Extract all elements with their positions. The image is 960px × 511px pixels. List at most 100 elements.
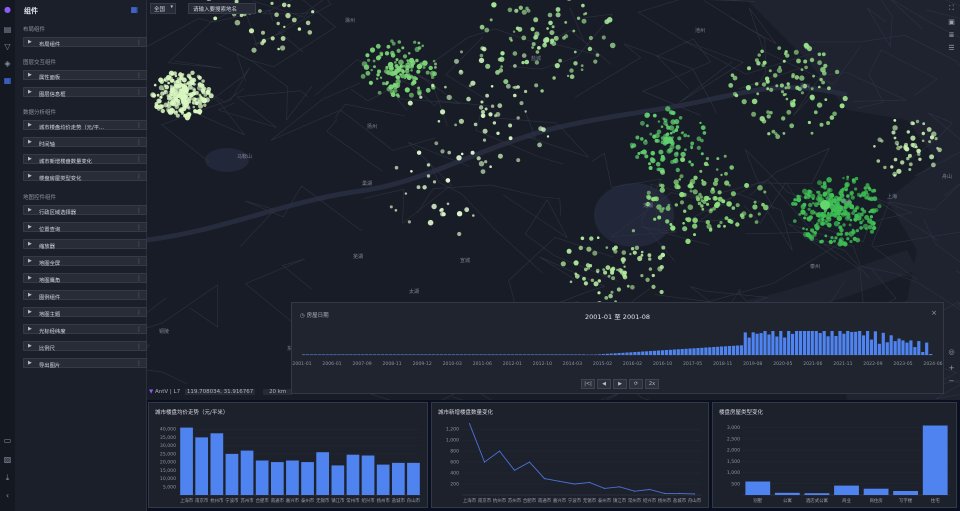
house-point — [833, 213, 838, 218]
house-point — [777, 46, 782, 50]
search-input[interactable]: 请输入要搜索地名 — [188, 3, 256, 14]
house-point — [915, 119, 920, 124]
component-item[interactable]: ▶ 楼盘房屋类型变化 ⋮ — [23, 171, 147, 182]
download-icon[interactable]: ⤓ — [3, 473, 12, 482]
zoom-in-icon[interactable]: + — [947, 364, 956, 373]
layers-icon[interactable]: ◈ — [3, 59, 12, 68]
monitor-icon[interactable]: ▭ — [3, 436, 12, 445]
layer-switch-icon[interactable]: ≣ — [947, 31, 956, 40]
region-select[interactable]: 全国 ▾ — [150, 3, 176, 14]
component-item[interactable]: ▶ 导出图片 ⋮ — [23, 358, 147, 369]
house-point — [608, 293, 613, 299]
house-point — [706, 163, 710, 167]
timeline-first-button[interactable]: |<| — [581, 379, 595, 389]
component-item[interactable]: ▶ 缩放器 ⋮ — [23, 239, 147, 250]
house-point — [785, 53, 790, 58]
drag-handle-icon[interactable]: ⋮ — [136, 343, 142, 350]
drag-handle-icon[interactable]: ⋮ — [136, 139, 142, 146]
house-point — [669, 223, 673, 226]
house-point — [675, 144, 681, 150]
timeline-speed-button[interactable]: 2x — [645, 379, 659, 389]
house-point — [699, 121, 702, 125]
locate-icon[interactable]: ◎ — [947, 348, 956, 357]
data-point — [588, 481, 591, 483]
component-item[interactable]: ▶ 地图主题 ⋮ — [23, 307, 147, 318]
timeline-loop-button[interactable]: ⟳ — [629, 379, 643, 389]
house-point — [605, 246, 609, 249]
component-item[interactable]: ▶ 城市新增楼盘数量变化 ⋮ — [23, 154, 147, 165]
drag-handle-icon[interactable]: ⋮ — [136, 275, 142, 282]
drag-handle-icon[interactable]: ⋮ — [136, 72, 142, 79]
house-point — [390, 92, 396, 98]
zoom-out-icon[interactable]: − — [947, 377, 956, 386]
house-point — [485, 63, 491, 69]
timeline-bar — [684, 348, 688, 355]
image-icon[interactable]: ▨ — [3, 455, 12, 464]
component-item[interactable]: ▶ 属性面板 ⋮ — [23, 70, 147, 81]
filter-icon[interactable]: ▽ — [3, 42, 12, 51]
house-point — [386, 44, 391, 49]
timeline-histogram[interactable]: 2001-01 2006-01 2007-09 2008-11 2009-12 2010-… — [292, 303, 943, 373]
component-item[interactable]: ▶ 布局组件 ⋮ — [23, 37, 147, 48]
logo-icon[interactable]: ● — [3, 5, 12, 14]
house-point — [440, 109, 446, 115]
drag-handle-icon[interactable]: ⋮ — [136, 89, 142, 96]
drag-handle-icon[interactable]: ⋮ — [136, 292, 142, 299]
house-point — [654, 138, 659, 143]
component-item[interactable]: ▶ 城市楼盘均价走势（元/平... ⋮ — [23, 120, 147, 131]
section-label: 地图控件组件 — [23, 195, 57, 201]
house-point — [872, 221, 876, 225]
timeline-play-button[interactable]: ▶ — [613, 379, 627, 389]
timeline-bar — [526, 354, 530, 355]
drag-handle-icon[interactable]: ⋮ — [136, 326, 142, 333]
drag-handle-icon[interactable]: ⋮ — [136, 224, 142, 231]
drag-handle-icon[interactable]: ⋮ — [136, 360, 142, 367]
collapse-icon[interactable]: ‹ — [3, 491, 12, 500]
y-tick-label: 600 — [450, 460, 459, 466]
house-point — [422, 185, 427, 190]
x-tick-label: 酒店式公寓 — [806, 497, 829, 504]
place-label: 马鞍山 — [237, 153, 252, 160]
drag-handle-icon[interactable]: ⋮ — [136, 309, 142, 316]
house-point — [396, 48, 401, 53]
house-point — [674, 203, 678, 207]
house-point — [169, 86, 175, 91]
house-point — [822, 192, 827, 197]
house-point — [811, 202, 815, 205]
camera-icon[interactable]: ▣ — [947, 18, 956, 27]
drag-handle-icon[interactable]: ⋮ — [136, 122, 142, 129]
drag-handle-icon[interactable]: ⋮ — [136, 156, 142, 163]
component-item[interactable]: ▶ 光标经纬度 ⋮ — [23, 324, 147, 335]
component-item[interactable]: ▶ 图层信息框 ⋮ — [23, 87, 147, 98]
house-point — [842, 176, 845, 180]
house-point — [581, 3, 585, 8]
timeline-bar — [420, 354, 424, 355]
road — [417, 184, 561, 216]
grid-icon[interactable]: ▦ — [130, 5, 138, 14]
place-label: 盐城 — [531, 55, 541, 62]
component-item[interactable]: ▶ 时间轴 ⋮ — [23, 137, 147, 148]
house-point — [922, 122, 926, 126]
house-point — [533, 17, 539, 23]
drag-handle-icon[interactable]: ⋮ — [136, 39, 142, 46]
file-icon[interactable]: ▤ — [3, 25, 12, 34]
house-point — [531, 46, 534, 49]
drag-handle-icon[interactable]: ⋮ — [136, 173, 142, 180]
fullscreen-icon[interactable]: ⛶ — [947, 4, 956, 13]
house-point — [782, 132, 786, 135]
component-item[interactable]: ▶ 地图全屏 ⋮ — [23, 256, 147, 267]
list-icon[interactable]: ☰ — [947, 44, 956, 53]
house-point — [626, 284, 630, 288]
expand-icon: ▶ — [28, 173, 32, 179]
component-icon[interactable]: ▦ — [3, 76, 12, 85]
component-item[interactable]: ▶ 比例尺 ⋮ — [23, 341, 147, 352]
drag-handle-icon[interactable]: ⋮ — [136, 258, 142, 265]
drag-handle-icon[interactable]: ⋮ — [136, 207, 142, 214]
house-point — [808, 202, 813, 208]
component-item[interactable]: ▶ 地图鹰角 ⋮ — [23, 273, 147, 284]
component-item[interactable]: ▶ 图例组件 ⋮ — [23, 290, 147, 301]
timeline-prev-button[interactable]: ◀ — [597, 379, 611, 389]
component-item[interactable]: ▶ 行政区域选择器 ⋮ — [23, 205, 147, 216]
component-item[interactable]: ▶ 位置查询 ⋮ — [23, 222, 147, 233]
drag-handle-icon[interactable]: ⋮ — [136, 241, 142, 248]
